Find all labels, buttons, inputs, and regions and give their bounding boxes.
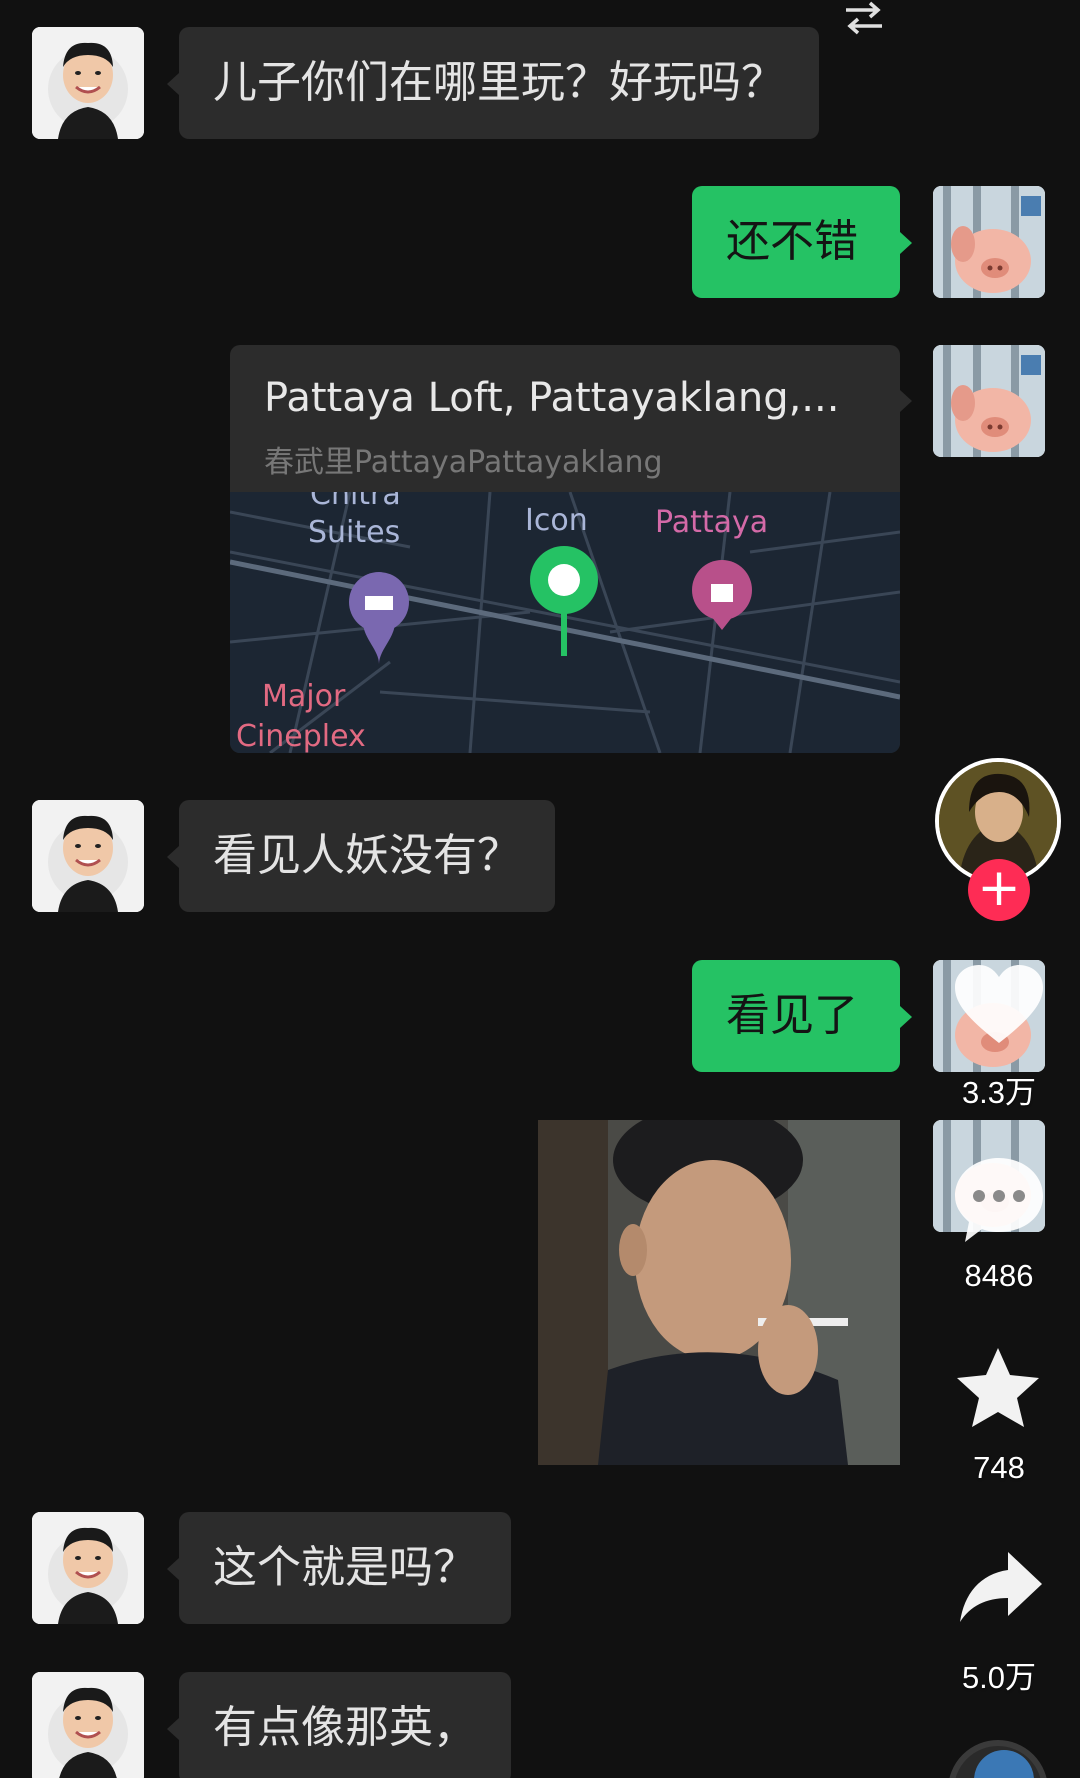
music-disc-icon[interactable] (948, 1740, 1048, 1778)
share-count: 5.0万 (961, 1660, 1037, 1695)
follow-button[interactable]: + (968, 859, 1030, 921)
comment-icon[interactable] (953, 1156, 1045, 1244)
outgoing-message[interactable]: 看见了 (692, 960, 912, 1072)
location-title: Pattaya Loft, Pattayaklang,... (264, 375, 840, 421)
swap-arrows-icon[interactable] (842, 0, 886, 41)
message-text: 儿子你们在哪里玩？好玩吗？ (213, 57, 785, 108)
map-label: Chitra (310, 492, 401, 512)
contact-avatar[interactable] (32, 1672, 144, 1778)
location-map[interactable]: Chitra Suites Icon Pattaya Major Cineple… (230, 492, 900, 753)
outgoing-message[interactable]: 还不错 (692, 186, 912, 298)
map-label: Pattaya (655, 505, 768, 540)
incoming-message[interactable]: 这个就是吗？ (167, 1512, 511, 1624)
message-text: 有点像那英， (213, 1702, 477, 1753)
contact-avatar[interactable] (32, 27, 144, 139)
incoming-message[interactable]: 看见人妖没有？ (167, 800, 555, 912)
my-avatar[interactable] (933, 345, 1045, 457)
incoming-message[interactable]: 儿子你们在哪里玩？好玩吗？ (167, 27, 819, 139)
share-arrow-icon[interactable] (958, 1550, 1044, 1624)
image-message[interactable] (538, 1120, 900, 1465)
star-icon[interactable] (955, 1346, 1041, 1430)
incoming-message[interactable]: 有点像那英， (167, 1672, 511, 1778)
map-label: Icon (525, 503, 588, 538)
chat-screen: 儿子你们在哪里玩？好玩吗？ 还不错 Pattaya Loft, Pattayak… (0, 0, 1080, 1778)
like-count: 3.3万 (961, 1075, 1037, 1110)
message-text: 看见了 (726, 990, 858, 1041)
location-subtitle: 春武里PattayaPattayaklang (264, 445, 663, 480)
map-label: Major (262, 679, 346, 714)
plus-icon: + (977, 858, 1021, 918)
my-avatar[interactable] (933, 186, 1045, 298)
message-text: 还不错 (726, 216, 858, 267)
contact-avatar[interactable] (32, 800, 144, 912)
location-card[interactable]: Pattaya Loft, Pattayaklang,... 春武里Pattay… (230, 345, 900, 753)
message-text: 这个就是吗？ (213, 1542, 477, 1593)
heart-icon[interactable] (953, 963, 1045, 1047)
comment-count: 8486 (964, 1258, 1034, 1293)
location-card-tail (900, 390, 912, 412)
message-text: 看见人妖没有？ (213, 830, 521, 881)
map-label: Cineplex (236, 719, 366, 753)
map-label: Suites (308, 515, 400, 550)
contact-avatar[interactable] (32, 1512, 144, 1624)
favorite-count: 748 (973, 1450, 1025, 1485)
